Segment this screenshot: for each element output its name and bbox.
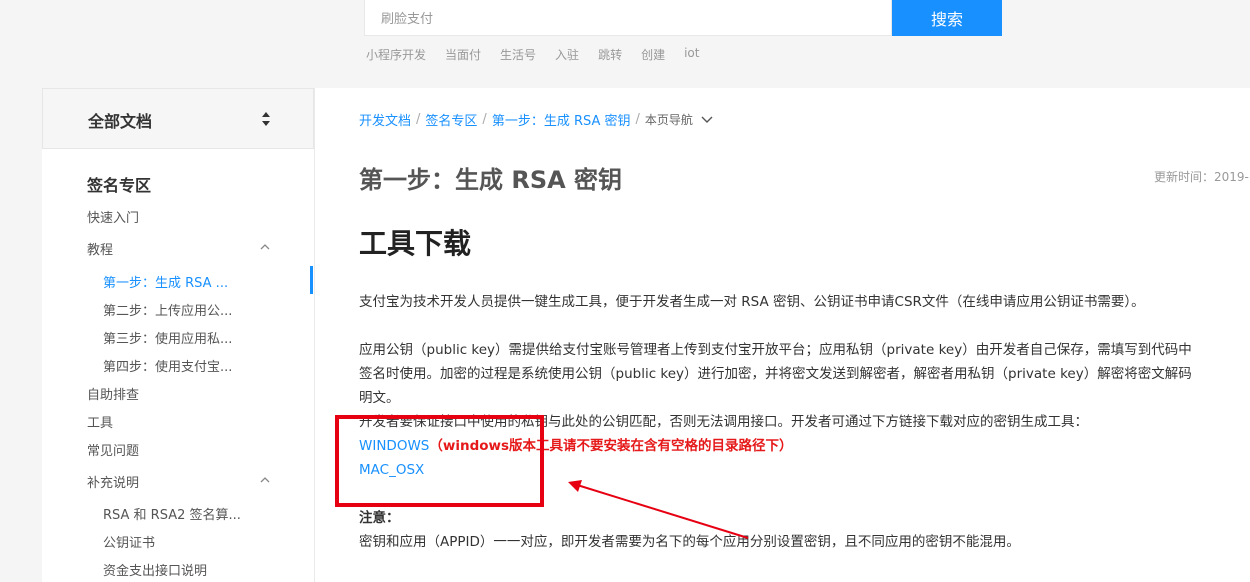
search-input[interactable] [379,0,883,38]
paragraph-keys-line3: 明文。 [359,390,400,406]
sidebar-item-quickstart[interactable]: 快速入门 [87,207,139,226]
sidebar-item-fund-api[interactable]: 资金支出接口说明 [103,560,207,579]
sidebar-item-cert[interactable]: 公钥证书 [103,532,155,551]
page-title: 第一步：生成 RSA 密钥 [359,166,623,194]
chevron-up-icon[interactable] [260,243,270,251]
hot-links: 小程序开发 当面付 生活号 入驻 跳转 创建 iot [366,46,718,63]
sidebar-item-step1[interactable]: 第一步：生成 RSA ... [103,272,228,291]
breadcrumb-separator: / [635,112,640,127]
breadcrumb-separator: / [416,112,421,127]
breadcrumb-docs[interactable]: 开发文档 [359,110,411,129]
hot-link[interactable]: 小程序开发 [366,46,426,63]
section-heading: 工具下载 [359,227,472,260]
sidebar-item-troubleshoot[interactable]: 自助排查 [87,384,139,403]
sidebar-section-title: 签名专区 [87,176,152,195]
active-indicator [310,266,313,294]
sidebar: 全部文档 签名专区 快速入门 教程 第一步：生成 RSA ... 第二步：上传应… [42,88,315,582]
highlight-box [335,415,544,507]
breadcrumb-step[interactable]: 第一步：生成 RSA 密钥 [492,110,631,129]
chevron-down-icon[interactable] [701,116,713,124]
breadcrumb: 开发文档 / 签名专区 / 第一步：生成 RSA 密钥 / 本页导航 [359,110,713,129]
paragraph-keys-line2: 签名时使用。加密的过程是系统使用公钥（public key）进行加密，并将密文发… [359,366,1192,382]
paragraph-intro: 支付宝为技术开发人员提供一键生成工具，便于开发者生成一对 RSA 密钥、公钥证书… [359,294,1145,310]
update-time: 更新时间：2019-1 [1154,170,1250,184]
doc-selector-label: 全部文档 [88,112,153,131]
hot-link[interactable]: 创建 [641,46,665,63]
doc-selector[interactable]: 全部文档 [42,88,314,149]
note-title: 注意： [359,510,400,526]
sidebar-item-step3[interactable]: 第三步：使用应用私... [103,328,232,347]
breadcrumb-sign[interactable]: 签名专区 [425,110,477,129]
chevron-up-icon[interactable] [260,476,270,484]
paragraph-keys-line1: 应用公钥（public key）需提供给支付宝账号管理者上传到支付宝开放平台；应… [359,342,1192,358]
hot-link[interactable]: 入驻 [555,46,579,63]
sidebar-item-step4[interactable]: 第四步：使用支付宝... [103,356,232,375]
sort-icon [262,112,270,126]
sidebar-item-rsa-diff[interactable]: RSA 和 RSA2 签名算... [103,504,241,523]
hot-link[interactable]: iot [684,46,699,63]
hot-link[interactable]: 生活号 [500,46,536,63]
sidebar-item-tools[interactable]: 工具 [87,412,113,431]
hot-link[interactable]: 当面付 [445,46,481,63]
page-nav-toggle[interactable]: 本页导航 [645,111,693,128]
sidebar-item-supplement[interactable]: 补充说明 [87,472,139,491]
breadcrumb-separator: / [482,112,487,127]
sidebar-item-step2[interactable]: 第二步：上传应用公... [103,300,232,319]
search-box [364,0,892,38]
sidebar-item-faq[interactable]: 常见问题 [87,440,139,459]
main-content: 开发文档 / 签名专区 / 第一步：生成 RSA 密钥 / 本页导航 第一步：生… [315,88,1250,582]
search-button[interactable]: 搜索 [892,0,1002,36]
hot-link[interactable]: 跳转 [598,46,622,63]
sidebar-item-tutorial[interactable]: 教程 [87,239,113,258]
arrow-annotation [568,480,749,539]
